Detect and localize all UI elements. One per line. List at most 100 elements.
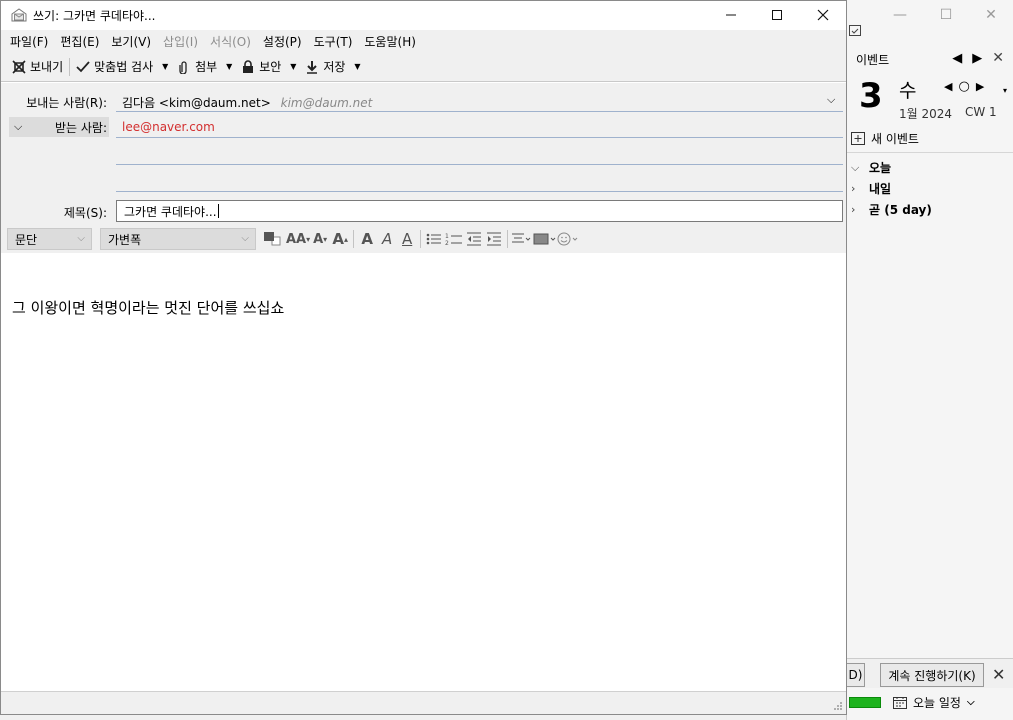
numbered-list-icon[interactable]: 12	[444, 228, 464, 250]
menu-view[interactable]: 보기(V)	[105, 30, 157, 52]
underline-icon[interactable]: A	[397, 228, 417, 250]
send-button[interactable]: 보내기	[7, 55, 68, 79]
maximize-button[interactable]	[754, 1, 800, 29]
close-button[interactable]	[800, 1, 846, 29]
from-value: 김다음 <kim@daum.net>	[122, 96, 271, 110]
font-select[interactable]: 가변폭 ⌵	[100, 228, 256, 250]
bg-maximize-button[interactable]: ☐	[923, 0, 969, 30]
text-color-button[interactable]	[262, 228, 282, 250]
attach-button[interactable]: 첨부	[172, 55, 222, 79]
italic-icon[interactable]: A	[377, 228, 397, 250]
today-pane-button[interactable]: 오늘 일정 ⌵	[893, 694, 975, 711]
format-toolbar: 문단 ⌵ 가변폭 ⌵ AA ▾ A ▾ A ▴ A A A 12	[1, 225, 846, 253]
next-day-icon[interactable]: ▶	[976, 80, 984, 93]
today-pane-label: 오늘 일정	[913, 696, 961, 710]
security-button[interactable]: 보안	[236, 55, 286, 79]
toolbar-separator	[420, 230, 422, 248]
security-dropdown[interactable]: ▼	[286, 55, 300, 79]
align-button[interactable]	[511, 228, 533, 250]
outdent-icon[interactable]	[464, 228, 484, 250]
toolbar-separator	[507, 230, 509, 248]
menu-insert[interactable]: 삽입(I)	[157, 30, 204, 52]
larger-font-icon[interactable]: A ▴	[330, 228, 350, 250]
svg-text:1: 1	[445, 233, 449, 240]
spellcheck-label: 맞춤법 검사	[94, 60, 154, 74]
new-event-button[interactable]: 새 이벤트	[851, 127, 1011, 149]
main-window-background: — ☐ ✕ 이벤트 ◀ ▶ ✕ 3 수 ◀ ○ ▶ 1월 2024 CW 1 ▾…	[846, 0, 1013, 720]
send-icon	[12, 59, 26, 74]
bg-minimize-button[interactable]: —	[877, 0, 923, 30]
subject-label: 제목(S):	[63, 206, 107, 220]
bold-icon[interactable]: A	[357, 228, 377, 250]
calendar-icon	[893, 697, 907, 709]
message-body-editor[interactable]: 그 이왕이면 혁명이라는 멋진 단어를 쓰십쇼	[1, 254, 846, 691]
font-size-button[interactable]: AA ▾	[286, 228, 310, 250]
today-circle-icon[interactable]: ○	[958, 79, 969, 94]
agenda-list: ⌵ 오늘 › 내일 › 곧 (5 day)	[851, 157, 1011, 220]
continue-button[interactable]: 계속 진행하기(K)	[880, 663, 984, 687]
divider	[847, 152, 1013, 153]
window-title: 쓰기: 그카면 쿠데타야...	[33, 8, 156, 23]
lock-icon	[243, 59, 254, 73]
compose-window: 쓰기: 그카면 쿠데타야... 파일(F) 편집(E) 보기(V) 삽입(I) …	[0, 0, 847, 715]
agenda-tomorrow[interactable]: › 내일	[851, 178, 1011, 199]
title-bar: 쓰기: 그카면 쿠데타야...	[1, 1, 846, 29]
spellcheck-dropdown[interactable]: ▼	[158, 55, 172, 79]
menu-options[interactable]: 설정(P)	[257, 30, 308, 52]
insert-image-button[interactable]	[533, 228, 557, 250]
bg-close-button[interactable]: ✕	[968, 0, 1013, 30]
attach-label: 첨부	[195, 60, 218, 74]
text-caret	[217, 204, 219, 218]
compose-status-bar	[1, 691, 846, 714]
minimize-button[interactable]	[708, 1, 754, 29]
chevron-right-icon: ›	[851, 203, 856, 216]
notification-partial-button[interactable]: D)	[847, 663, 865, 687]
indent-icon[interactable]	[484, 228, 504, 250]
paragraph-format-select[interactable]: 문단 ⌵	[7, 228, 92, 250]
to-label: 받는 사람:	[54, 120, 107, 135]
spellcheck-button[interactable]: 맞춤법 검사	[71, 55, 158, 79]
menu-edit[interactable]: 편집(E)	[54, 30, 105, 52]
agenda-soon[interactable]: › 곧 (5 day)	[851, 199, 1011, 220]
chevron-down-icon: ⌵	[241, 233, 249, 244]
notification-close-icon[interactable]: ✕	[992, 665, 1005, 684]
menu-help[interactable]: 도움말(H)	[358, 30, 422, 52]
to-address[interactable]: lee@naver.com	[122, 120, 215, 134]
save-button[interactable]: 저장	[300, 55, 350, 79]
prev-day-icon[interactable]: ◀	[944, 80, 952, 93]
from-identity-select[interactable]: 김다음 <kim@daum.net> kim@daum.net	[122, 94, 372, 111]
close-icon[interactable]: ✕	[992, 50, 1004, 66]
compose-toolbar: 보내기 맞춤법 검사 ▼ 첨부 ▼ 보안 ▼ 저장 ▼	[1, 52, 846, 82]
menu-file[interactable]: 파일(F)	[4, 30, 54, 52]
agenda-today[interactable]: ⌵ 오늘	[851, 157, 1011, 178]
checkmark-icon	[76, 60, 90, 72]
bullet-list-icon[interactable]	[424, 228, 444, 250]
weekday: 수	[899, 80, 917, 102]
menu-tools[interactable]: 도구(T)	[308, 30, 359, 52]
smaller-font-icon[interactable]: A ▾	[310, 228, 330, 250]
chevron-down-icon[interactable]: ⌵	[827, 93, 835, 107]
prev-icon[interactable]: ◀	[952, 51, 962, 66]
to-underline	[116, 137, 843, 138]
resize-grip-icon[interactable]	[833, 701, 843, 711]
save-dropdown[interactable]: ▼	[350, 55, 364, 79]
from-hint: kim@daum.net	[280, 96, 373, 110]
menu-format[interactable]: 서식(O)	[204, 30, 257, 52]
attach-dropdown[interactable]: ▼	[222, 55, 236, 79]
from-underline	[116, 111, 843, 112]
emoji-button[interactable]	[557, 228, 581, 250]
chevron-down-icon: ⌵	[77, 233, 85, 244]
events-header: 이벤트 ◀ ▶ ✕	[847, 48, 1013, 70]
color-swatch-icon	[264, 232, 281, 246]
recipient-type-toggle[interactable]: ⌵ 받는 사람:	[9, 117, 109, 137]
calendar-add-icon	[851, 132, 865, 145]
expand-icon[interactable]: ▾	[1003, 86, 1007, 95]
next-icon[interactable]: ▶	[972, 51, 982, 66]
subject-value: 그카면 쿠데타야...	[124, 204, 217, 219]
subject-input[interactable]: 그카면 쿠데타야...	[116, 200, 843, 222]
recipient-input-3[interactable]	[116, 167, 843, 191]
paperclip-icon	[179, 60, 187, 74]
from-label: 보내는 사람(R):	[26, 96, 107, 110]
security-label: 보안	[259, 60, 282, 74]
recipient-input-2[interactable]	[116, 140, 843, 164]
